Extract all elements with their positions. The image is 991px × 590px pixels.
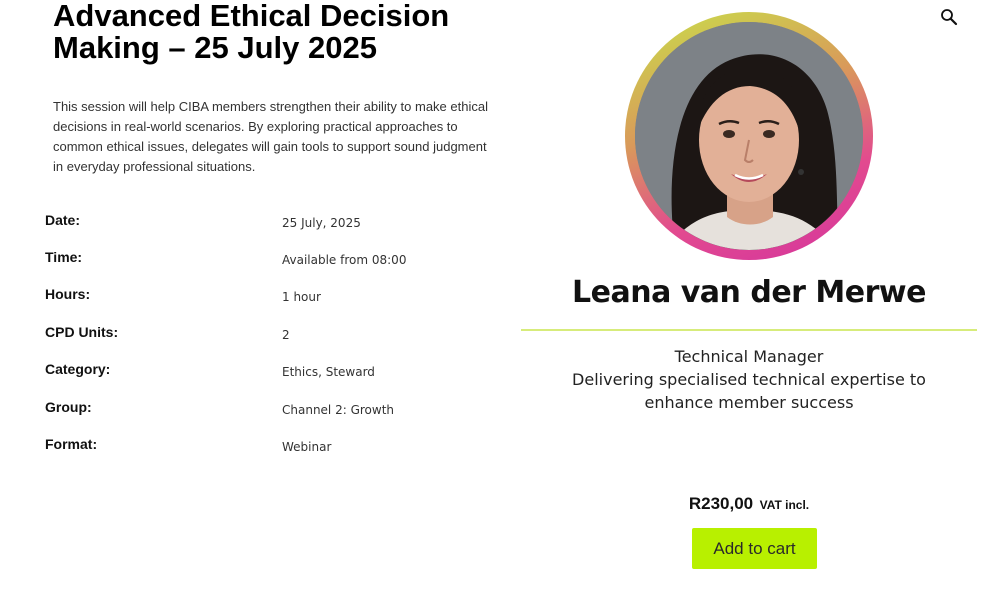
- detail-label: Group:: [45, 399, 92, 415]
- detail-value: Ethics, Steward: [282, 365, 375, 379]
- detail-label: Date:: [45, 212, 81, 228]
- detail-row-format: Format: Webinar: [45, 436, 485, 466]
- divider: [521, 329, 977, 331]
- page-title: Advanced Ethical Decision Making – 25 Ju…: [53, 0, 450, 65]
- detail-label: CPD Units:: [45, 324, 119, 340]
- speaker-role: Technical Manager: [674, 347, 824, 366]
- detail-value: Available from 08:00: [282, 253, 407, 267]
- add-to-cart-button[interactable]: Add to cart: [692, 528, 817, 569]
- detail-value: 2: [282, 328, 290, 342]
- speaker-photo-frame: [625, 12, 873, 260]
- detail-label: Time:: [45, 249, 83, 265]
- speaker-photo: [635, 22, 863, 250]
- detail-row-time: Time: Available from 08:00: [45, 249, 485, 279]
- search-icon[interactable]: [940, 8, 958, 26]
- detail-label: Format:: [45, 436, 98, 452]
- speaker-name: Leana van der Merwe: [572, 275, 926, 310]
- detail-value: 25 July, 2025: [282, 216, 361, 230]
- detail-row-hours: Hours: 1 hour: [45, 286, 485, 316]
- event-description: This session will help CIBA members stre…: [53, 99, 488, 174]
- detail-value: Webinar: [282, 440, 332, 454]
- detail-label: Hours:: [45, 286, 91, 302]
- detail-row-cpd-units: CPD Units: 2: [45, 324, 485, 354]
- detail-label: Category:: [45, 361, 111, 377]
- detail-row-date: Date: 25 July, 2025: [45, 212, 485, 242]
- detail-row-group: Group: Channel 2: Growth: [45, 399, 485, 429]
- detail-value: Channel 2: Growth: [282, 403, 395, 417]
- vat-note: VAT incl.: [759, 498, 810, 512]
- price: R230,00 VAT incl.: [521, 494, 977, 514]
- detail-value: 1 hour: [282, 290, 321, 304]
- detail-row-category: Category: Ethics, Steward: [45, 361, 485, 391]
- speaker-tagline: Delivering specialised technical experti…: [572, 370, 926, 412]
- price-amount: R230,00: [688, 494, 754, 513]
